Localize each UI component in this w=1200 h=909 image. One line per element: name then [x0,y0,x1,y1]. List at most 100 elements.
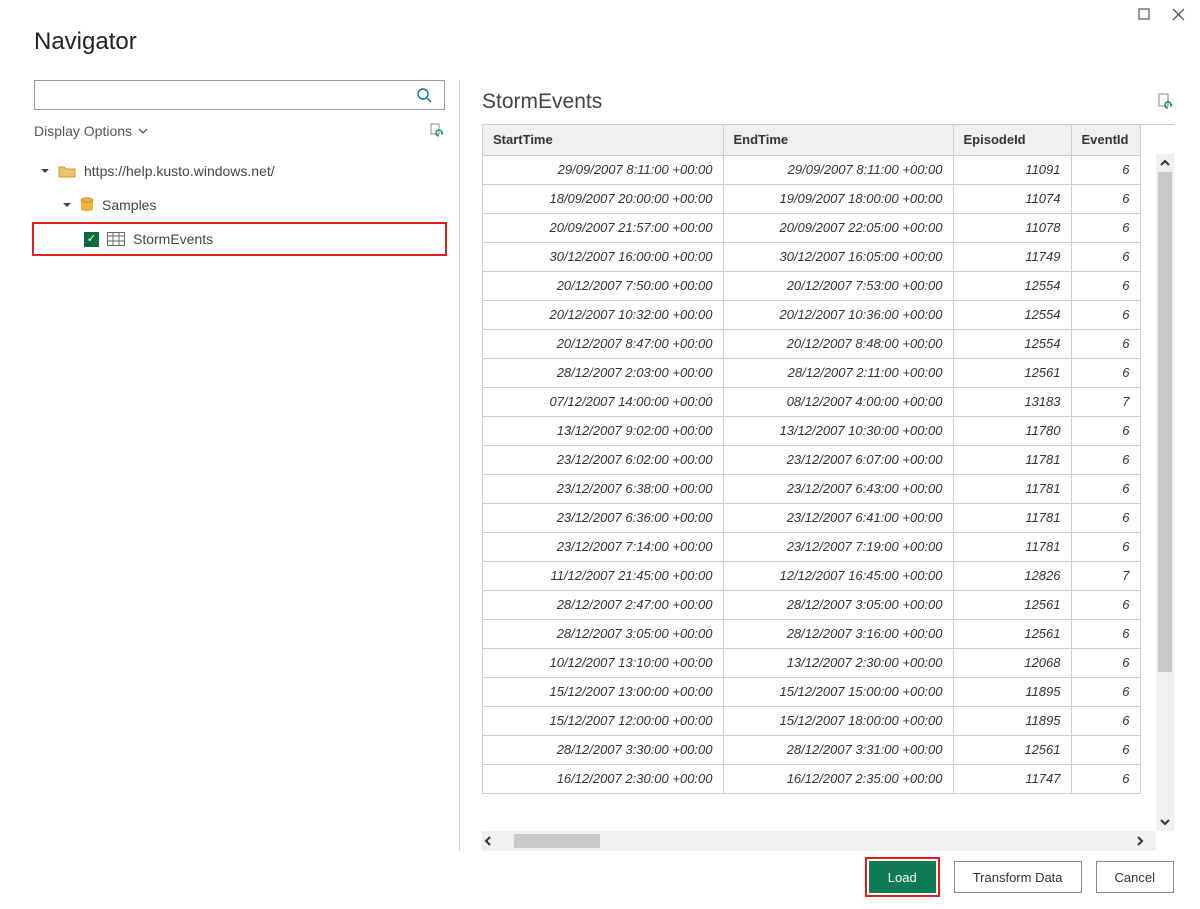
table-row[interactable]: 10/12/2007 13:10:00 +00:0013/12/2007 2:3… [483,648,1140,677]
scroll-up-icon[interactable] [1159,154,1171,172]
scroll-left-icon[interactable] [482,835,504,847]
caret-down-icon [62,200,72,210]
table-row[interactable]: 28/12/2007 2:03:00 +00:0028/12/2007 2:11… [483,358,1140,387]
table-cell: 12068 [953,648,1071,677]
search-icon[interactable] [416,87,444,103]
table-cell: 6 [1071,155,1140,184]
table-checkbox[interactable]: ✓ [84,232,99,247]
table-icon [107,232,125,246]
table-cell: 6 [1071,300,1140,329]
table-cell: 23/12/2007 7:14:00 +00:00 [483,532,723,561]
horizontal-scrollbar[interactable] [482,831,1156,851]
table-cell: 23/12/2007 6:02:00 +00:00 [483,445,723,474]
display-options-dropdown[interactable]: Display Options [34,123,148,139]
table-row[interactable]: 20/09/2007 21:57:00 +00:0020/09/2007 22:… [483,213,1140,242]
table-cell: 23/12/2007 6:38:00 +00:00 [483,474,723,503]
table-cell: 20/12/2007 8:48:00 +00:00 [723,329,953,358]
table-cell: 23/12/2007 7:19:00 +00:00 [723,532,953,561]
window-restore-icon[interactable] [1136,6,1152,22]
table-row[interactable]: 28/12/2007 3:05:00 +00:0028/12/2007 3:16… [483,619,1140,648]
table-row[interactable]: 28/12/2007 2:47:00 +00:0028/12/2007 3:05… [483,590,1140,619]
table-row[interactable]: 15/12/2007 13:00:00 +00:0015/12/2007 15:… [483,677,1140,706]
table-cell: 23/12/2007 6:36:00 +00:00 [483,503,723,532]
col-header[interactable]: StartTime [483,125,723,155]
table-cell: 20/09/2007 22:05:00 +00:00 [723,213,953,242]
table-cell: 6 [1071,735,1140,764]
refresh-preview-icon[interactable] [1154,92,1174,112]
table-cell: 28/12/2007 2:11:00 +00:00 [723,358,953,387]
window-close-icon[interactable] [1170,6,1186,22]
table-cell: 13/12/2007 2:30:00 +00:00 [723,648,953,677]
col-header[interactable]: EndTime [723,125,953,155]
table-row[interactable]: 11/12/2007 21:45:00 +00:0012/12/2007 16:… [483,561,1140,590]
table-cell: 6 [1071,184,1140,213]
table-cell: 16/12/2007 2:35:00 +00:00 [723,764,953,793]
tree-root-node[interactable]: https://help.kusto.windows.net/ [34,154,445,188]
table-cell: 11895 [953,706,1071,735]
table-cell: 15/12/2007 12:00:00 +00:00 [483,706,723,735]
cancel-button[interactable]: Cancel [1096,861,1174,893]
table-header-row: StartTime EndTime EpisodeId EventId [483,125,1140,155]
transform-data-button[interactable]: Transform Data [954,861,1082,893]
table-cell: 13183 [953,387,1071,416]
load-button[interactable]: Load [869,861,936,893]
preview-pane: StormEvents StartTime EndTime EpisodeId [460,80,1200,851]
search-input-wrap[interactable] [34,80,445,110]
table-cell: 30/12/2007 16:05:00 +00:00 [723,242,953,271]
preview-table: StartTime EndTime EpisodeId EventId 29/0… [483,125,1141,794]
table-row[interactable]: 20/12/2007 8:47:00 +00:0020/12/2007 8:48… [483,329,1140,358]
page-title: Navigator [0,0,1200,68]
table-cell: 11749 [953,242,1071,271]
scroll-right-icon[interactable] [1134,835,1156,847]
preview-title: StormEvents [482,90,602,114]
table-cell: 12561 [953,619,1071,648]
table-cell: 20/12/2007 10:36:00 +00:00 [723,300,953,329]
table-cell: 11895 [953,677,1071,706]
table-cell: 28/12/2007 3:05:00 +00:00 [723,590,953,619]
table-row[interactable]: 20/12/2007 7:50:00 +00:0020/12/2007 7:53… [483,271,1140,300]
table-cell: 15/12/2007 15:00:00 +00:00 [723,677,953,706]
table-cell: 12561 [953,358,1071,387]
table-row[interactable]: 18/09/2007 20:00:00 +00:0019/09/2007 18:… [483,184,1140,213]
table-cell: 6 [1071,619,1140,648]
table-cell: 7 [1071,561,1140,590]
table-cell: 08/12/2007 4:00:00 +00:00 [723,387,953,416]
table-cell: 29/09/2007 8:11:00 +00:00 [483,155,723,184]
table-row[interactable]: 23/12/2007 6:36:00 +00:0023/12/2007 6:41… [483,503,1140,532]
table-cell: 11/12/2007 21:45:00 +00:00 [483,561,723,590]
table-row[interactable]: 29/09/2007 8:11:00 +00:0029/09/2007 8:11… [483,155,1140,184]
col-header[interactable]: EpisodeId [953,125,1071,155]
table-row[interactable]: 23/12/2007 6:38:00 +00:0023/12/2007 6:43… [483,474,1140,503]
table-row[interactable]: 16/12/2007 2:30:00 +00:0016/12/2007 2:35… [483,764,1140,793]
scrollbar-thumb[interactable] [514,834,600,848]
table-cell: 11781 [953,474,1071,503]
table-cell: 07/12/2007 14:00:00 +00:00 [483,387,723,416]
table-cell: 12554 [953,329,1071,358]
tree-root-label: https://help.kusto.windows.net/ [84,163,275,179]
table-row[interactable]: 23/12/2007 6:02:00 +00:0023/12/2007 6:07… [483,445,1140,474]
tree-database-node[interactable]: Samples [34,188,445,222]
table-cell: 6 [1071,648,1140,677]
refresh-tree-icon[interactable] [427,122,445,140]
scroll-down-icon[interactable] [1159,813,1171,831]
table-row[interactable]: 20/12/2007 10:32:00 +00:0020/12/2007 10:… [483,300,1140,329]
search-input[interactable] [35,88,416,103]
tree-table-node[interactable]: ✓ StormEvents [32,222,447,256]
database-icon [80,197,94,213]
table-row[interactable]: 13/12/2007 9:02:00 +00:0013/12/2007 10:3… [483,416,1140,445]
table-row[interactable]: 30/12/2007 16:00:00 +00:0030/12/2007 16:… [483,242,1140,271]
table-row[interactable]: 23/12/2007 7:14:00 +00:0023/12/2007 7:19… [483,532,1140,561]
col-header[interactable]: EventId [1071,125,1140,155]
table-cell: 6 [1071,358,1140,387]
table-cell: 23/12/2007 6:43:00 +00:00 [723,474,953,503]
table-row[interactable]: 07/12/2007 14:00:00 +00:0008/12/2007 4:0… [483,387,1140,416]
table-cell: 28/12/2007 2:03:00 +00:00 [483,358,723,387]
scrollbar-thumb[interactable] [1158,172,1172,672]
table-cell: 20/12/2007 7:50:00 +00:00 [483,271,723,300]
table-cell: 11747 [953,764,1071,793]
vertical-scrollbar[interactable] [1156,154,1174,831]
table-row[interactable]: 28/12/2007 3:30:00 +00:0028/12/2007 3:31… [483,735,1140,764]
table-row[interactable]: 15/12/2007 12:00:00 +00:0015/12/2007 18:… [483,706,1140,735]
table-cell: 28/12/2007 3:16:00 +00:00 [723,619,953,648]
table-cell: 23/12/2007 6:07:00 +00:00 [723,445,953,474]
